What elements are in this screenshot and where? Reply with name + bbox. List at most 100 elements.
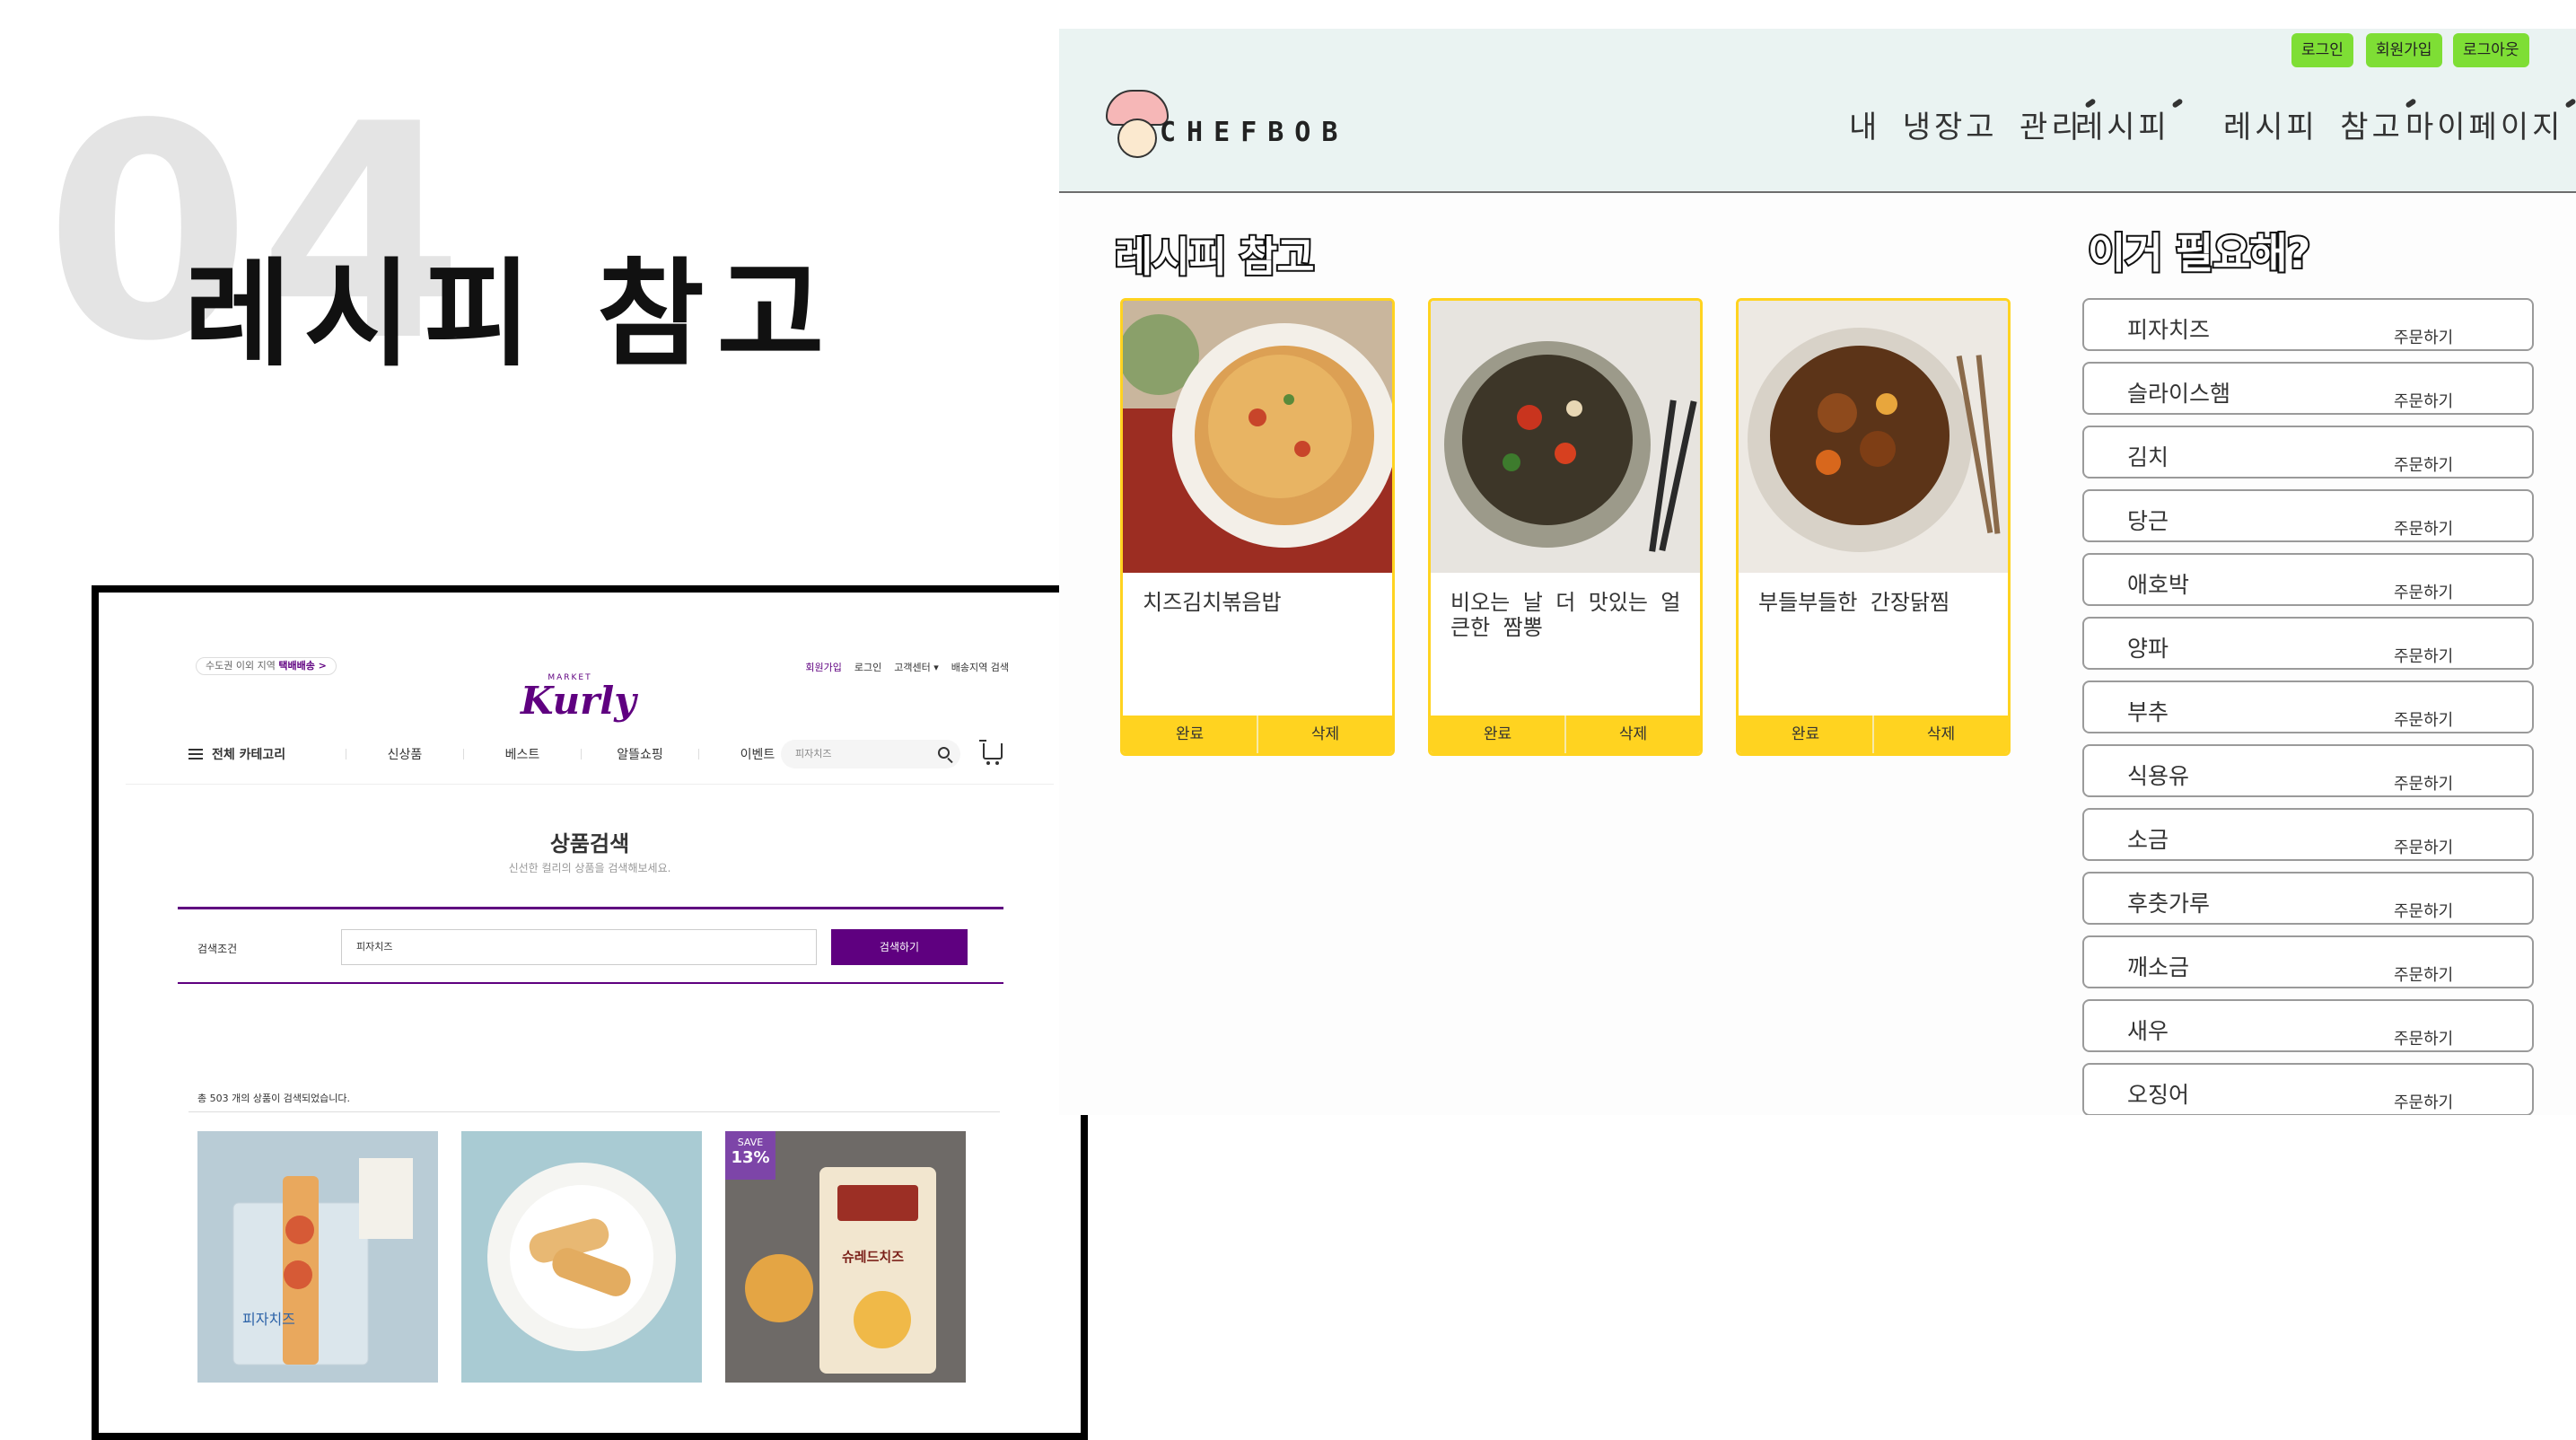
recipe-card[interactable]: 비오는 날 더 맛있는 얼큰한 짬뽕 완료 삭제 <box>1428 298 1703 756</box>
order-button[interactable]: 주문하기 <box>2394 389 2453 412</box>
ingredient-name: 식용유 <box>2127 763 2190 789</box>
ingredient-item: 깨소금 주문하기 <box>2082 935 2534 988</box>
search-icon[interactable] <box>938 747 950 759</box>
category-label: 전체 카테고리 <box>212 748 286 762</box>
nav-best[interactable]: 베스트 <box>464 745 581 763</box>
header-search-input[interactable]: 피자치즈 <box>781 740 960 768</box>
ingredient-item: 양파 주문하기 <box>2082 617 2534 670</box>
pizza-cheese-package-text: 피자치즈 <box>242 1311 295 1328</box>
hamburger-icon <box>188 749 203 760</box>
product-spring-rolls[interactable] <box>461 1131 702 1383</box>
delivery-link[interactable]: 택배배송 > <box>278 660 327 672</box>
order-button[interactable]: 주문하기 <box>2394 771 2453 795</box>
chef-face-icon <box>1117 119 1157 158</box>
result-divider <box>188 1111 1000 1112</box>
login-button[interactable]: 로그인 <box>2291 33 2353 67</box>
ingredient-item: 김치 주문하기 <box>2082 426 2534 479</box>
order-button[interactable]: 주문하기 <box>2394 580 2453 603</box>
nav-new[interactable]: 신상품 <box>346 745 463 763</box>
result-count: 총 503 개의 상품이 검색되었습니다. <box>197 1093 351 1104</box>
save-badge: SAVE 13% <box>725 1131 775 1180</box>
ingredient-name: 양파 <box>2127 636 2169 662</box>
ingredient-name: 후춧가루 <box>2127 891 2211 917</box>
needs-section-title: 이거 필요해? <box>2086 227 2312 279</box>
header-divider <box>126 784 1054 785</box>
delivery-area-link[interactable]: 배송지역 검색 <box>951 660 1009 674</box>
ingredient-name: 애호박 <box>2127 572 2190 598</box>
ingredient-name: 소금 <box>2127 827 2169 853</box>
order-button[interactable]: 주문하기 <box>2394 1090 2453 1113</box>
recipe-card[interactable]: 부들부들한 간장닭찜 완료 삭제 <box>1736 298 2011 756</box>
order-button[interactable]: 주문하기 <box>2394 1026 2453 1049</box>
kurly-logo[interactable]: MARKET Kurly <box>521 673 636 723</box>
page-title: 상품검색 <box>549 831 630 856</box>
order-button[interactable]: 주문하기 <box>2394 835 2453 858</box>
recipe-name: 부들부들한 간장닭찜 <box>1758 590 1950 615</box>
recipe-card[interactable]: 치즈김치볶음밥 완료 삭제 <box>1120 298 1395 756</box>
recipe-delete-button[interactable]: 삭제 <box>1566 716 1700 753</box>
category-menu[interactable]: 전체 카테고리 <box>188 745 346 763</box>
recipe-name: 치즈김치볶음밥 <box>1143 590 1282 615</box>
ingredient-name: 당근 <box>2127 508 2169 534</box>
product-pizza-cheese[interactable]: 피자치즈 <box>197 1131 438 1383</box>
login-link[interactable]: 로그인 <box>854 660 881 674</box>
recipe-actions: 완료 삭제 <box>1739 716 2008 753</box>
order-button[interactable]: 주문하기 <box>2394 962 2453 986</box>
recipe-actions: 완료 삭제 <box>1431 716 1700 753</box>
cart-icon[interactable] <box>979 740 1003 765</box>
recipes-section-title: 레시피 참고 <box>1113 231 1317 283</box>
product-image <box>461 1131 702 1383</box>
customer-center-link[interactable]: 고객센터 ▾ <box>894 660 939 674</box>
recipe-image <box>1431 301 1700 573</box>
delivery-badge[interactable]: 수도권 이외 지역 택배배송 > <box>196 657 337 675</box>
nav-recipe-reference[interactable]: 레시피 참고 <box>2223 102 2404 146</box>
ingredient-item: 애호박 주문하기 <box>2082 553 2534 606</box>
ingredient-name: 오징어 <box>2127 1082 2190 1108</box>
recipe-done-button[interactable]: 완료 <box>1123 716 1258 753</box>
recipe-delete-button[interactable]: 삭제 <box>1874 716 2008 753</box>
recipe-image <box>1739 301 2008 573</box>
order-button[interactable]: 주문하기 <box>2394 707 2453 731</box>
nav-fridge[interactable]: 내 냉장고 관리 <box>1849 102 2083 146</box>
logo-kurly: Kurly <box>521 679 636 723</box>
ingredient-item: 부추 주문하기 <box>2082 680 2534 733</box>
ingredient-name: 슬라이스햄 <box>2127 381 2231 407</box>
ingredient-item: 후춧가루 주문하기 <box>2082 872 2534 925</box>
recipe-done-button[interactable]: 완료 <box>1739 716 1874 753</box>
ingredient-item: 오징어 주문하기 <box>2082 1063 2534 1115</box>
chefbob-screenshot: 로그인 회원가입 로그아웃 CHEFBOB 내 냉장고 관리 레시피 레시피 참… <box>1059 29 2576 1115</box>
header-search-text: 피자치즈 <box>795 748 832 760</box>
save-badge-label: SAVE <box>737 1137 764 1148</box>
app-logo-text[interactable]: CHEFBOB <box>1160 117 1348 148</box>
delivery-text: 수도권 이외 지역 <box>206 660 276 672</box>
app-header: 로그인 회원가입 로그아웃 CHEFBOB 내 냉장고 관리 레시피 레시피 참… <box>1059 29 2576 193</box>
recipe-done-button[interactable]: 완료 <box>1431 716 1566 753</box>
kurly-screenshot: 수도권 이외 지역 택배배송 > 회원가입 로그인 고객센터 ▾ 배송지역 검색… <box>92 585 1088 1440</box>
search-button[interactable]: 검색하기 <box>831 929 968 965</box>
ingredient-item: 당근 주문하기 <box>2082 489 2534 542</box>
nav-bargain[interactable]: 알뜰쇼핑 <box>582 745 698 763</box>
order-button[interactable]: 주문하기 <box>2394 899 2453 922</box>
order-button[interactable]: 주문하기 <box>2394 452 2453 476</box>
order-button[interactable]: 주문하기 <box>2394 325 2453 348</box>
ingredient-item: 식용유 주문하기 <box>2082 744 2534 797</box>
top-links: 회원가입 로그인 고객센터 ▾ 배송지역 검색 <box>805 660 1009 674</box>
signup-button[interactable]: 회원가입 <box>2366 33 2442 67</box>
nav-mypage[interactable]: 마이페이지 <box>2405 102 2563 146</box>
search-condition-label: 검색조건 <box>197 943 238 955</box>
nav-recipe[interactable]: 레시피 <box>2075 102 2170 146</box>
order-button[interactable]: 주문하기 <box>2394 644 2453 667</box>
recipe-name: 비오는 날 더 맛있는 얼큰한 짬뽕 <box>1450 590 1681 640</box>
product-image: 피자치즈 <box>197 1131 438 1383</box>
ingredient-item: 새우 주문하기 <box>2082 999 2534 1052</box>
ingredient-item: 슬라이스햄 주문하기 <box>2082 362 2534 415</box>
needed-ingredients-list: 피자치즈 주문하기 슬라이스햄 주문하기 김치 주문하기 당근 주문하기 애호박… <box>2082 298 2534 1115</box>
recipe-delete-button[interactable]: 삭제 <box>1258 716 1392 753</box>
logout-button[interactable]: 로그아웃 <box>2453 33 2529 67</box>
recipe-image <box>1123 301 1392 573</box>
order-button[interactable]: 주문하기 <box>2394 516 2453 540</box>
search-condition-input[interactable]: 피자치즈 <box>341 929 817 965</box>
slide-title: 레시피 참고 <box>184 246 837 382</box>
signup-link[interactable]: 회원가입 <box>805 660 841 674</box>
ingredient-name: 새우 <box>2127 1018 2169 1044</box>
